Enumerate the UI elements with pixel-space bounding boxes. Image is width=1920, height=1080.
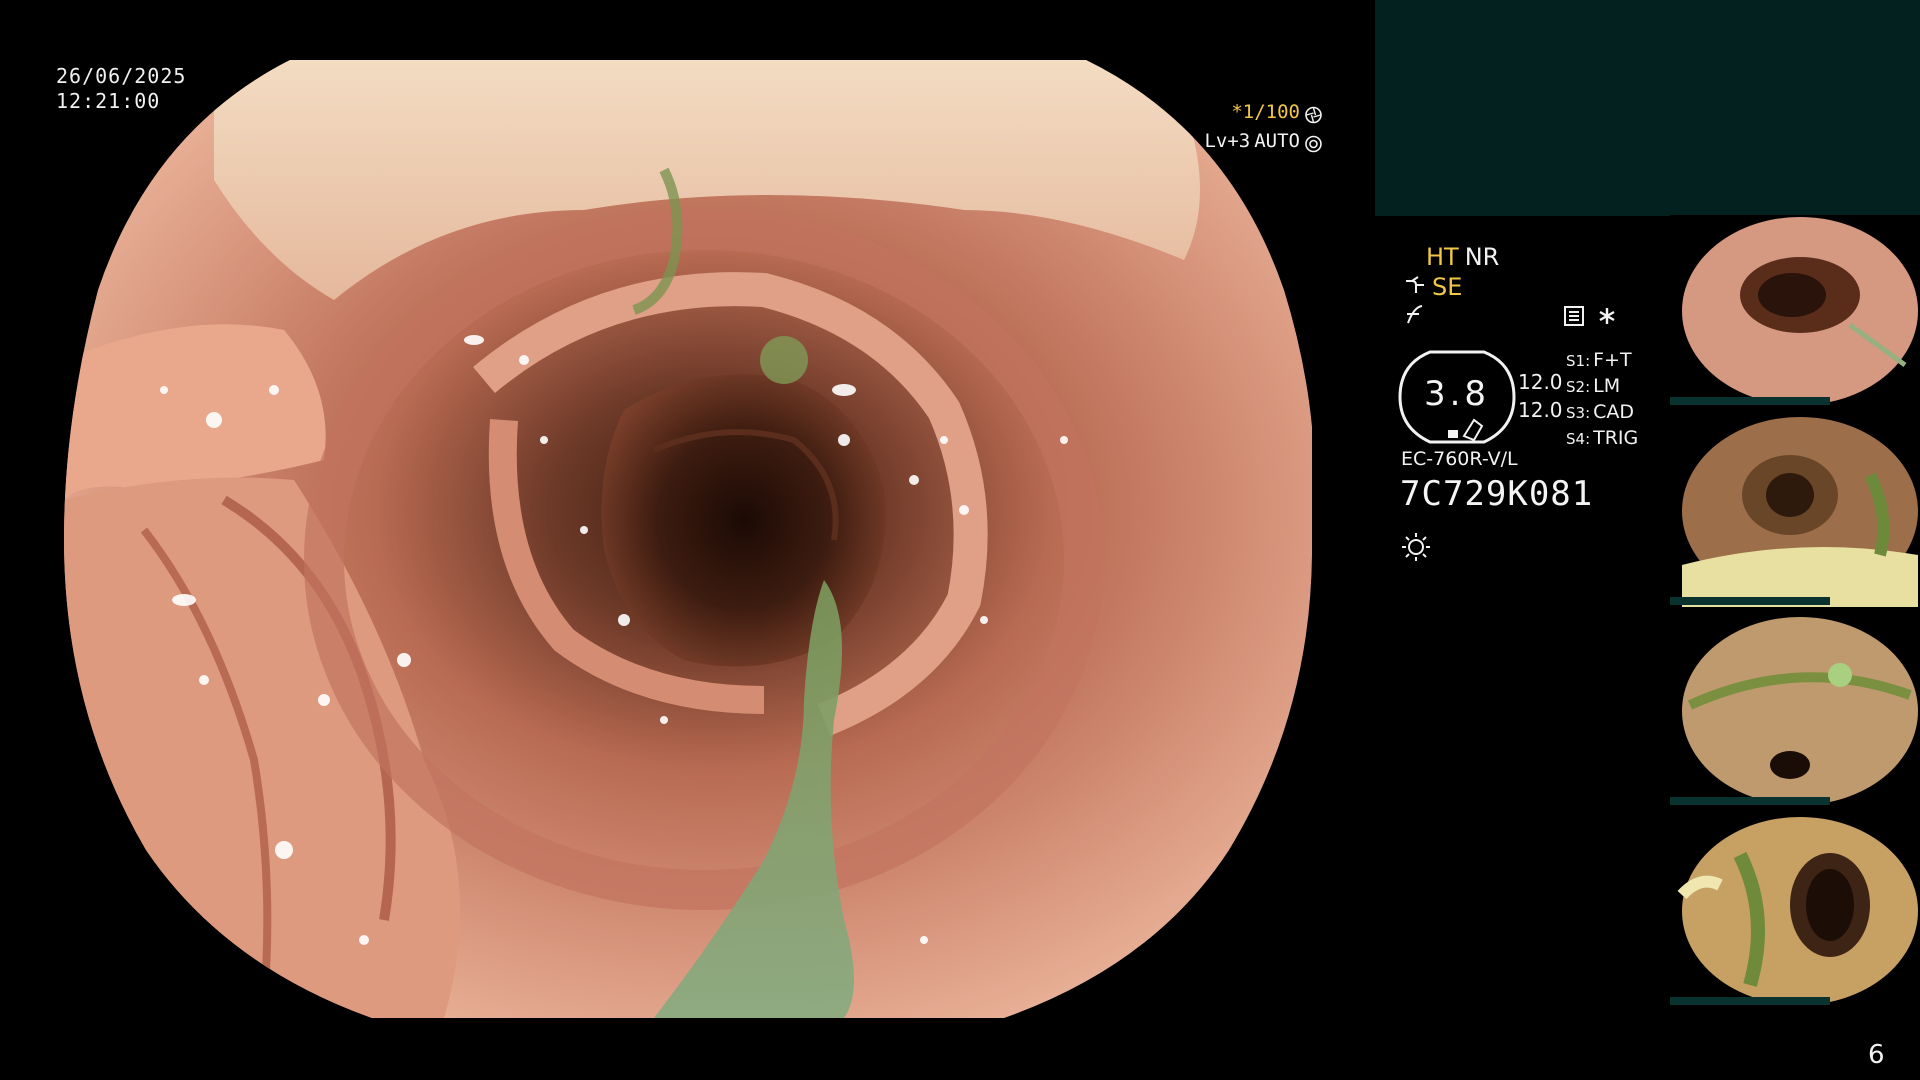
structure-enhancement-icon [1404,302,1426,332]
captured-image-thumbnail[interactable] [1670,415,1920,607]
auto-iris-icon [1304,133,1322,152]
captured-image-thumbnail[interactable] [1670,615,1920,807]
memory-card-icon [1563,305,1585,331]
color-enhancement-icon [1404,272,1426,302]
switch-setting-s1: S1: F+T [1566,349,1632,371]
exposure-row: *1/100 [1204,98,1322,127]
time-label: 12:21:00 [56,89,161,113]
enhancement-modes: HT NR SE [1404,242,1499,332]
zoom-gauge: 3.8 [1398,350,1516,444]
light-source-icon [1400,530,1432,562]
level-label: Lv+3 [1204,130,1251,152]
imaging-overlay: *1/100 Lv+3 AUTO [1204,98,1322,156]
structure-row [1404,302,1499,332]
shutter-icon [1304,104,1322,123]
gauge-secondary-value-1: 12.0 [1518,370,1563,394]
switch-setting-s3: S3: CAD [1566,401,1635,423]
gauge-secondary-values: 12.0 12.0 [1518,368,1563,424]
se-label: SE [1432,273,1463,301]
info-panel [1375,0,1920,216]
captured-image-thumbnail[interactable] [1670,215,1920,407]
endoscope-live-view [64,60,1312,1018]
page-number: 6 [1868,1040,1885,1070]
scope-model: EC-760R-V/L [1401,448,1518,470]
datetime-stamp: 26/06/2025 12:21:00 [56,64,186,114]
exposure-label: *1/100 [1231,101,1300,123]
status-icons [1563,305,1617,331]
ht-label: HT [1426,243,1459,271]
level-row: Lv+3 AUTO [1204,127,1322,156]
switch-setting-s4: S4: TRIG [1566,427,1639,449]
gauge-secondary-value-2: 12.0 [1518,398,1563,422]
asterisk-icon [1597,306,1617,330]
gauge-value: 3.8 [1423,374,1491,414]
switch-setting-s2: S2: LM [1566,375,1621,397]
scope-serial-number: 7C729K081 [1400,474,1594,514]
iris-mode-label: AUTO [1254,130,1300,152]
ht-nr-row: HT NR [1404,242,1499,272]
se-row: SE [1404,272,1499,302]
captured-image-thumbnail[interactable] [1670,815,1920,1007]
scope-switch-settings: S1: F+T S2: LM S3: CAD S4: TRIG [1566,348,1638,452]
date-label: 26/06/2025 [56,64,187,88]
nr-label: NR [1464,243,1500,271]
